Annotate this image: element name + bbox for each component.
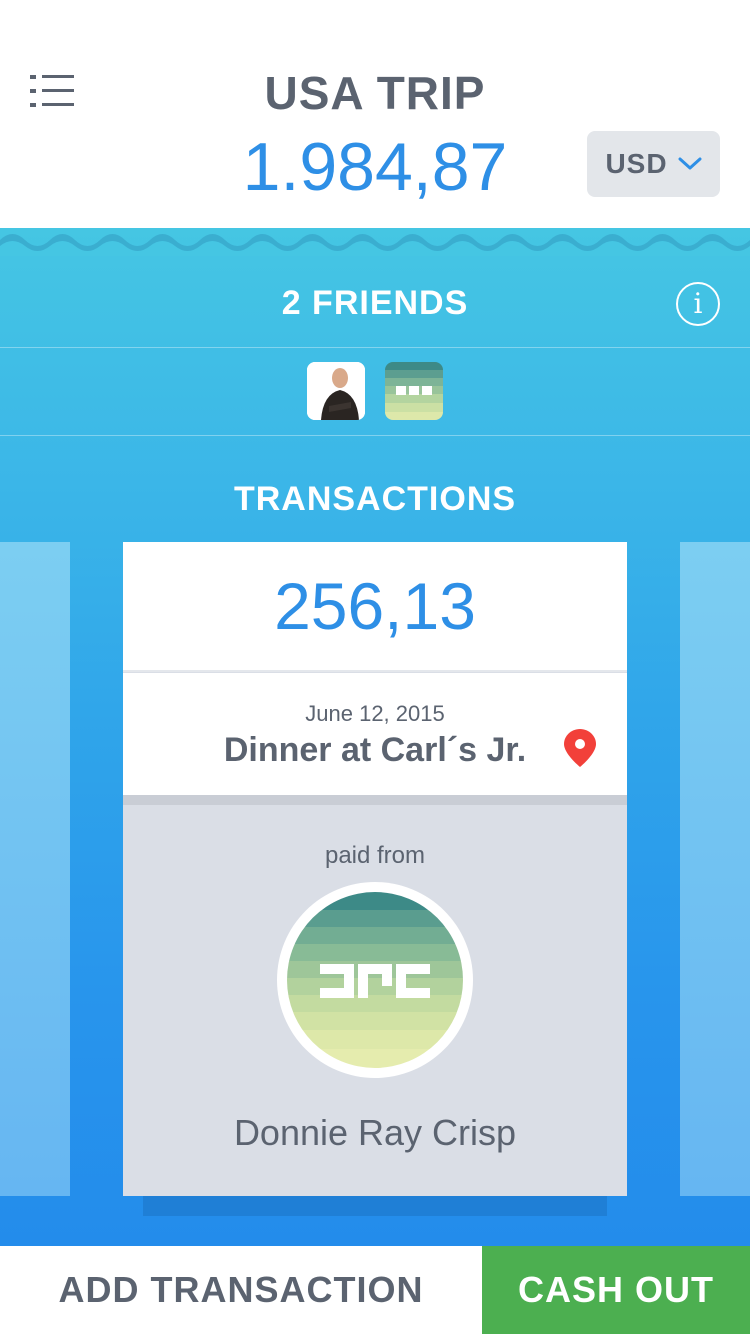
currency-selector[interactable]: USD bbox=[587, 131, 720, 197]
currency-label: USD bbox=[605, 148, 668, 179]
info-icon[interactable]: i bbox=[676, 282, 720, 326]
transaction-description: Dinner at Carl´s Jr. bbox=[223, 731, 527, 769]
friends-row[interactable]: 2 FRIENDS i bbox=[0, 262, 750, 348]
friends-avatars-row bbox=[0, 348, 750, 436]
add-transaction-button[interactable]: ADD TRANSACTION bbox=[0, 1246, 482, 1334]
transaction-info-section: June 12, 2015 Dinner at Carl´s Jr. bbox=[123, 673, 627, 797]
transaction-amount: 256,13 bbox=[274, 569, 476, 643]
previous-transaction-card[interactable] bbox=[0, 542, 70, 1196]
cash-out-button[interactable]: CASH OUT bbox=[482, 1246, 750, 1334]
transactions-title: TRANSACTIONS bbox=[233, 480, 517, 518]
friend-avatar-logo[interactable] bbox=[385, 362, 443, 420]
friends-title: 2 FRIENDS bbox=[281, 284, 469, 322]
transaction-amount-section: 256,13 bbox=[123, 542, 627, 672]
friend-avatar-photo[interactable] bbox=[307, 362, 365, 420]
payer-avatar[interactable] bbox=[277, 882, 473, 1078]
transaction-date: June 12, 2015 bbox=[305, 701, 445, 726]
payer-name: Donnie Ray Crisp bbox=[233, 1112, 517, 1153]
next-transaction-card[interactable] bbox=[680, 542, 750, 1196]
trip-title: USA TRIP bbox=[264, 67, 486, 119]
wave-decoration bbox=[0, 234, 750, 256]
header: USA TRIP 1.984,87 USD bbox=[0, 0, 750, 230]
card-divider bbox=[123, 795, 627, 805]
paid-from-label: paid from bbox=[324, 842, 426, 869]
chevron-down-icon bbox=[678, 157, 702, 170]
bottom-action-bar: ADD TRANSACTION CASH OUT bbox=[0, 1246, 750, 1334]
transaction-card[interactable]: 256,13 June 12, 2015 Dinner at Carl´s Jr… bbox=[123, 542, 627, 1196]
map-pin-icon[interactable] bbox=[561, 727, 599, 769]
